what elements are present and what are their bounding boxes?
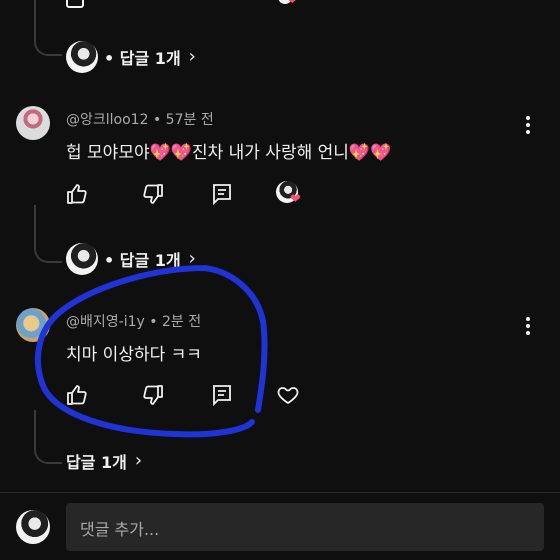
annotation-circle — [35, 265, 268, 438]
user-avatar — [16, 510, 50, 544]
divider — [0, 492, 560, 493]
comment-input[interactable]: 댓글 추가... — [66, 503, 544, 551]
comment-input-placeholder: 댓글 추가... — [80, 520, 160, 539]
